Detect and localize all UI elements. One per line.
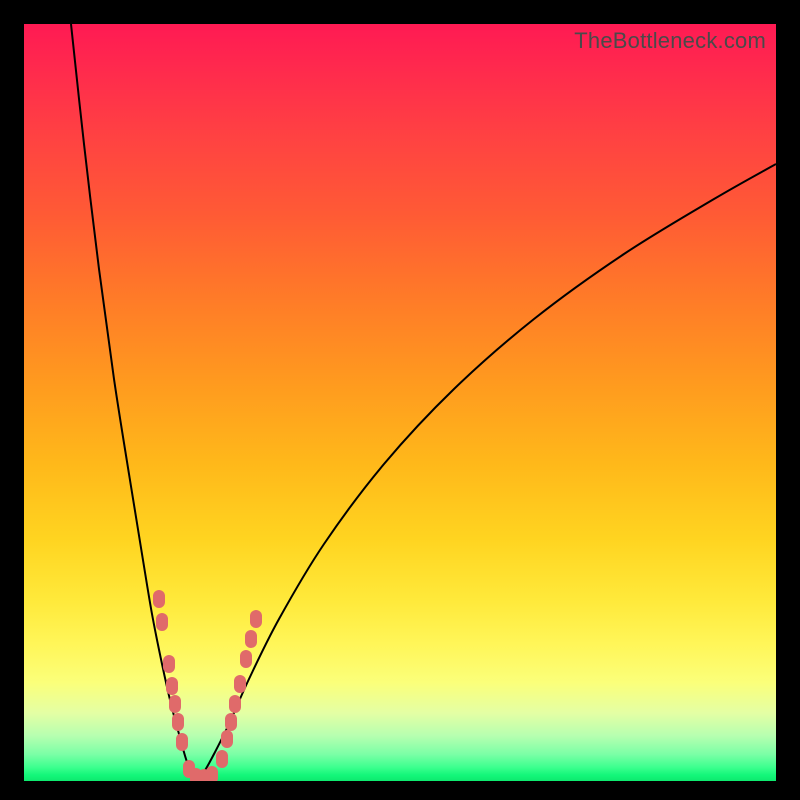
data-marker (216, 750, 228, 768)
data-marker (225, 713, 237, 731)
data-marker (156, 613, 168, 631)
data-marker (166, 677, 178, 695)
data-marker (234, 675, 246, 693)
data-marker (169, 695, 181, 713)
chart-frame: TheBottleneck.com (0, 0, 800, 800)
data-marker (206, 766, 218, 781)
data-marker (153, 590, 165, 608)
data-marker (240, 650, 252, 668)
data-markers (153, 590, 262, 781)
data-marker (172, 713, 184, 731)
plot-area: TheBottleneck.com (24, 24, 776, 781)
curve-right-branch (197, 164, 776, 781)
data-marker (250, 610, 262, 628)
data-marker (163, 655, 175, 673)
data-marker (221, 730, 233, 748)
curve-layer (24, 24, 776, 781)
curve-left-branch (71, 24, 197, 781)
data-marker (245, 630, 257, 648)
data-marker (229, 695, 241, 713)
data-marker (176, 733, 188, 751)
